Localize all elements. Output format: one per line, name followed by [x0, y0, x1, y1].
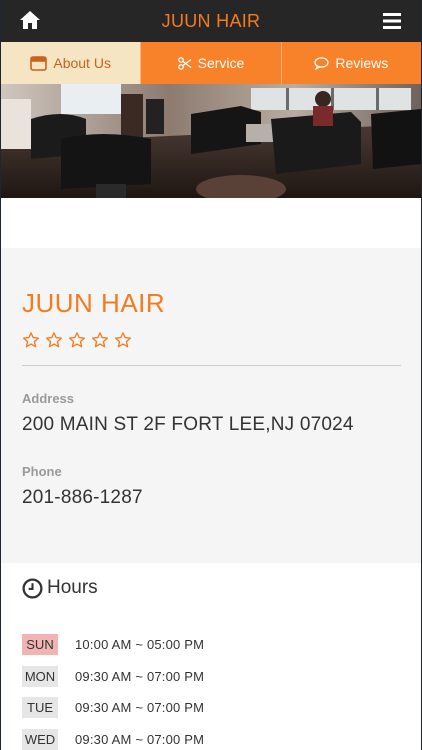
salon-photo	[1, 84, 421, 198]
home-icon[interactable]	[19, 10, 41, 30]
app-title: JUUN HAIR	[161, 10, 261, 31]
phone-value[interactable]: 201-886-1287	[22, 487, 401, 509]
star-outline-icon[interactable]	[91, 331, 109, 349]
hours-time: 10:00 AM ~ 05:00 PM	[75, 637, 205, 653]
hours-row: WED 09:30 AM ~ 07:00 PM	[22, 724, 401, 750]
shop-name: JUUN HAIR	[22, 288, 166, 318]
hours-title: Hours	[47, 577, 98, 598]
scissors-icon	[177, 56, 192, 70]
hamburger-menu-icon[interactable]	[383, 12, 401, 30]
day-badge-today: SUN	[22, 634, 58, 656]
day-badge: MON	[22, 665, 58, 687]
content-spacer	[1, 198, 421, 248]
divider	[22, 365, 401, 366]
hours-section: Hours SUN 10:00 AM ~ 05:00 PM MON 09:30 …	[1, 563, 421, 750]
star-outline-icon[interactable]	[114, 331, 132, 349]
shop-info-card: JUUN HAIR Address 200 MAIN ST 2F FORT LE…	[1, 248, 421, 563]
star-outline-icon[interactable]	[22, 331, 40, 349]
phone-label: Phone	[22, 464, 62, 479]
hours-row: SUN 10:00 AM ~ 05:00 PM	[22, 629, 401, 661]
speech-bubble-icon	[314, 56, 330, 70]
star-outline-icon[interactable]	[45, 331, 63, 349]
tab-about-us-label: About Us	[53, 55, 111, 71]
address-value[interactable]: 200 MAIN ST 2F FORT LEE,NJ 07024	[22, 414, 401, 436]
hours-row: TUE 09:30 AM ~ 07:00 PM	[22, 692, 401, 724]
hours-list: SUN 10:00 AM ~ 05:00 PM MON 09:30 AM ~ 0…	[22, 629, 401, 750]
address-label: Address	[22, 391, 75, 406]
tab-reviews[interactable]: Reviews	[281, 42, 421, 84]
hours-heading: Hours	[22, 577, 401, 599]
tab-reviews-label: Reviews	[335, 55, 389, 71]
tab-service-label: Service	[197, 55, 245, 71]
hours-time: 09:30 AM ~ 07:00 PM	[75, 731, 205, 747]
hours-row: MON 09:30 AM ~ 07:00 PM	[22, 661, 401, 693]
tab-about-us[interactable]: About Us	[1, 42, 142, 84]
star-outline-icon[interactable]	[68, 331, 86, 349]
app-screen: JUUN HAIR About Us Service Reviews JUUN …	[1, 0, 421, 750]
tab-bar: About Us Service Reviews	[1, 42, 421, 84]
day-badge: TUE	[22, 697, 58, 719]
salon-interior-image	[1, 84, 421, 198]
top-header-bar: JUUN HAIR	[1, 0, 421, 42]
store-icon	[30, 55, 48, 71]
hours-time: 09:30 AM ~ 07:00 PM	[75, 700, 205, 716]
hours-time: 09:30 AM ~ 07:00 PM	[75, 668, 205, 684]
clock-icon	[22, 577, 43, 599]
rating-stars[interactable]	[22, 331, 401, 349]
day-badge: WED	[22, 728, 58, 750]
tab-service[interactable]: Service	[141, 42, 282, 84]
